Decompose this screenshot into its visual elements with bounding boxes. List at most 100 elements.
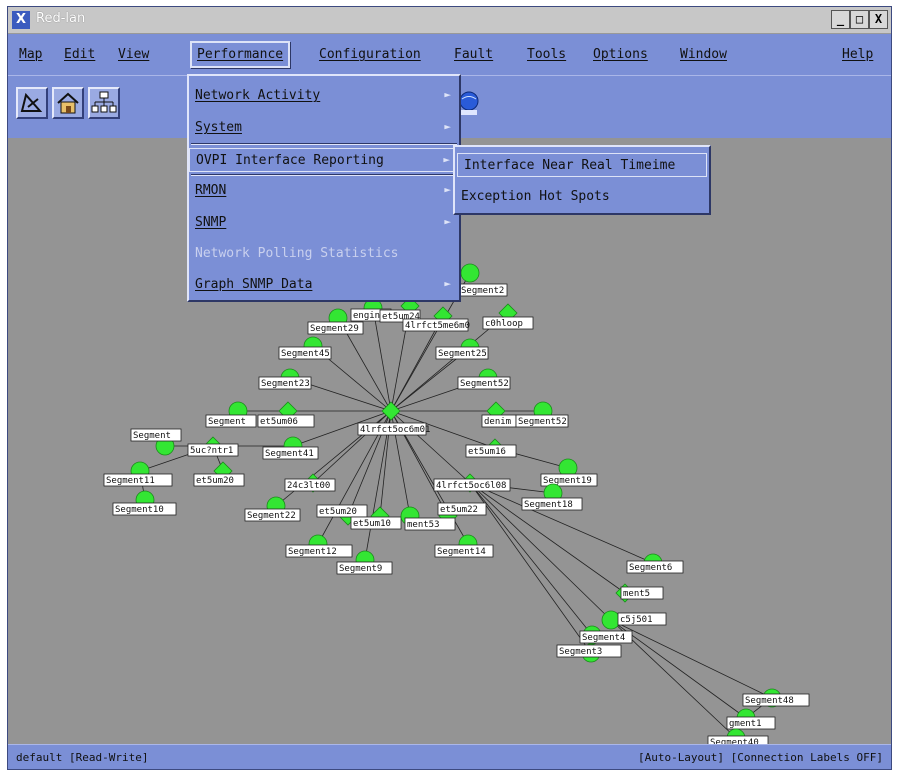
node-label: Segment12 — [288, 547, 337, 557]
map-node-s52a[interactable]: Segment52 — [457, 368, 511, 390]
connection-line[interactable] — [610, 619, 773, 699]
map-node-denim[interactable]: denim — [481, 401, 517, 428]
map-node-seg2[interactable]: Segment — [130, 428, 182, 456]
node-circle-icon[interactable] — [601, 610, 621, 630]
menu-view[interactable]: View — [118, 47, 149, 62]
menu-item-label: Network Polling Statistics — [195, 246, 399, 261]
node-label: Segment9 — [339, 564, 382, 574]
node-label: Segment — [208, 417, 246, 427]
minimize-button[interactable]: _ — [831, 10, 850, 29]
map-node-r08[interactable]: 4lrfct5oc6l08 — [433, 473, 511, 493]
map-node-s52b[interactable]: Segment52 — [515, 401, 569, 428]
node-label: Segment48 — [745, 696, 794, 706]
node-label: Segment2 — [461, 286, 504, 296]
status-bar: default [Read-Write] [Auto-Layout] [Conn… — [8, 744, 891, 769]
menu-item-exception-hot-spots[interactable]: Exception Hot Spots — [455, 185, 709, 209]
network-tree-button[interactable] — [88, 87, 120, 119]
menu-bar: Map Edit View Performance Configuration … — [8, 34, 891, 74]
submenu-arrow-icon: ► — [443, 153, 450, 166]
node-label: Segment25 — [438, 349, 487, 359]
map-node-s10[interactable]: Segment10 — [112, 490, 177, 516]
node-circle-icon[interactable] — [460, 263, 480, 283]
node-label: 4lrfct5oc6m01 — [360, 425, 430, 435]
menu-separator — [191, 143, 457, 145]
node-label: et5um20 — [196, 476, 234, 486]
menu-separator — [191, 174, 457, 176]
map-node-s22[interactable]: Segment22 — [244, 496, 301, 522]
map-node-et06[interactable]: et5um06 — [257, 401, 315, 428]
menu-item-ovpi-interface-reporting[interactable]: OVPI Interface Reporting ► — [189, 148, 459, 172]
node-label: et5um20 — [319, 507, 357, 517]
map-node-s18[interactable]: Segment18 — [521, 483, 583, 511]
node-label: 5uc?ntr1 — [190, 446, 233, 456]
node-label: et5um06 — [260, 417, 298, 427]
submenu-arrow-icon: ► — [444, 120, 451, 133]
map-node-s48[interactable]: Segment48 — [742, 688, 810, 708]
map-node-s5[interactable]: ment5 — [615, 583, 664, 603]
node-label: Segment52 — [518, 417, 567, 427]
menu-item-network-polling-statistics: Network Polling Statistics — [189, 242, 459, 266]
map-node-s40[interactable]: Segment40 — [707, 728, 769, 745]
x-app-icon[interactable]: X — [12, 11, 30, 29]
node-label: ment53 — [407, 520, 440, 530]
menu-item-system[interactable]: System ► — [189, 116, 459, 140]
menu-item-label: System — [195, 120, 242, 135]
map-node-h24[interactable]: 24c3lt00 — [284, 473, 336, 493]
map-node-s11[interactable]: Segment11 — [103, 461, 173, 487]
map-node-s4[interactable]: Segment4 — [579, 625, 633, 645]
map-node-s23[interactable]: Segment23 — [258, 368, 312, 390]
node-label: et5um10 — [353, 519, 391, 529]
connection-line[interactable] — [390, 410, 471, 484]
map-node-s1[interactable]: gment1 — [726, 708, 776, 730]
title-bar[interactable]: X Red-lan _ □ X — [8, 7, 891, 34]
menu-help[interactable]: Help — [842, 47, 873, 62]
menu-item-label: Exception Hot Spots — [461, 189, 610, 204]
menu-item-snmp[interactable]: SNMP ► — [189, 211, 459, 235]
map-node-s25[interactable]: Segment25 — [435, 338, 489, 360]
node-label: Segment4 — [582, 633, 625, 643]
map-node-s12[interactable]: Segment12 — [285, 534, 353, 558]
node-label: Segment — [133, 431, 171, 441]
connection-line[interactable] — [312, 410, 392, 484]
map-node-s45[interactable]: Segment45 — [278, 336, 332, 360]
menu-edit[interactable]: Edit — [64, 47, 95, 62]
map-node-seg[interactable]: Segment — [205, 401, 257, 428]
menu-item-label: OVPI Interface Reporting — [196, 153, 384, 168]
menu-tools[interactable]: Tools — [527, 47, 566, 62]
map-node-s6[interactable]: Segment6 — [626, 553, 684, 574]
network-tree-icon — [91, 91, 117, 113]
menu-configuration[interactable]: Configuration — [319, 47, 421, 62]
map-tool-button[interactable] — [16, 87, 48, 119]
node-label: Segment6 — [629, 563, 672, 573]
performance-dropdown: Network Activity ► System ► OVPI Interfa… — [187, 74, 461, 302]
node-label: c5j501 — [620, 615, 653, 625]
map-node-s14[interactable]: Segment14 — [434, 534, 494, 558]
menu-map[interactable]: Map — [19, 47, 42, 62]
menu-options[interactable]: Options — [593, 47, 648, 62]
node-label: et5um16 — [468, 447, 506, 457]
map-node-s2[interactable]: Segment2 — [458, 263, 508, 297]
menu-window[interactable]: Window — [680, 47, 727, 62]
menu-item-rmon[interactable]: RMON ► — [189, 179, 459, 203]
node-label: Segment11 — [106, 476, 155, 486]
node-label: Segment3 — [559, 647, 602, 657]
menu-fault[interactable]: Fault — [454, 47, 493, 62]
map-node-s3[interactable]: Segment3 — [556, 643, 622, 663]
node-label: 24c3lt00 — [287, 481, 330, 491]
map-node-loop[interactable]: c0hloop — [482, 303, 534, 330]
close-button[interactable]: X — [869, 10, 888, 29]
menu-item-interface-near-real-time[interactable]: Interface Near Real Timeime — [457, 153, 707, 177]
maximize-button[interactable]: □ — [850, 10, 869, 29]
menu-item-graph-snmp-data[interactable]: Graph SNMP Data ► — [189, 273, 459, 297]
home-button[interactable] — [52, 87, 84, 119]
map-node-c5j[interactable]: c5j501 — [601, 610, 667, 630]
node-label: denim — [484, 417, 511, 427]
map-node-et20[interactable]: et5um20 — [193, 461, 245, 487]
menu-item-label: SNMP — [195, 215, 227, 230]
node-label: Segment23 — [261, 379, 310, 389]
menu-performance[interactable]: Performance — [190, 41, 291, 68]
map-node-a5u[interactable]: 5uc?ntr1 — [187, 436, 239, 457]
map-node-et16[interactable]: et5um16 — [465, 438, 517, 458]
menu-item-network-activity[interactable]: Network Activity ► — [189, 84, 459, 108]
node-label: Segment45 — [281, 349, 330, 359]
